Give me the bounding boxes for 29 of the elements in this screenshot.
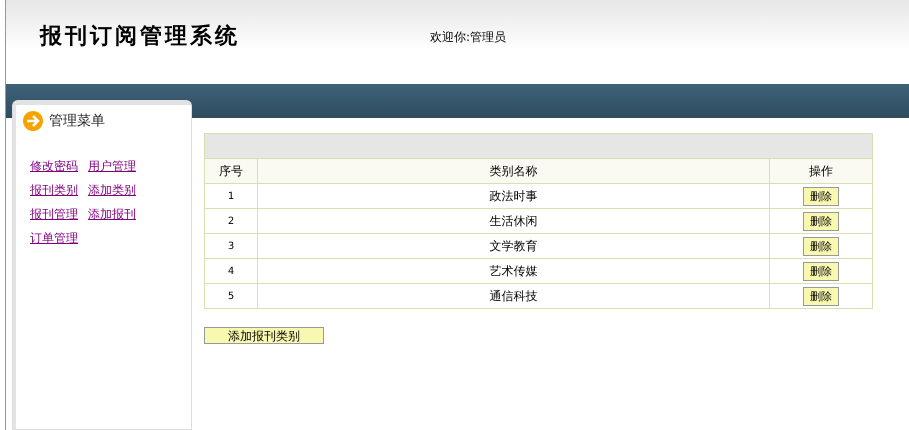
add-category-button[interactable]: 添加报刊类别 [204, 327, 324, 344]
menu-link[interactable]: 添加类别 [88, 181, 136, 199]
table-cell: 政法时事 [258, 184, 770, 208]
table-cell: 5 [204, 284, 258, 308]
delete-button[interactable]: 删除 [803, 262, 839, 280]
menu-link[interactable]: 添加报刊 [88, 205, 136, 223]
menu-link[interactable]: 报刊类别 [30, 181, 78, 199]
menu-link[interactable]: 报刊管理 [30, 205, 78, 223]
table-cell: 3 [204, 234, 258, 258]
table-cell: 艺术传媒 [258, 258, 770, 284]
table-cell: 4 [204, 258, 258, 284]
table-cell: 2 [204, 208, 258, 234]
menu-title: 管理菜单 [49, 112, 105, 130]
delete-button[interactable]: 删除 [803, 286, 839, 306]
delete-button[interactable]: 删除 [803, 212, 839, 230]
system-title: 报刊订阅管理系统 [40, 22, 241, 51]
table-cell: 文学教育 [258, 234, 770, 258]
column-header: 类别名称 [258, 158, 770, 184]
column-header: 操作 [770, 158, 872, 184]
table-cell: 1 [204, 184, 258, 208]
delete-button[interactable]: 删除 [803, 186, 839, 206]
menu-link[interactable]: 订单管理 [30, 229, 78, 247]
welcome-text: 欢迎你:管理员 [430, 28, 506, 46]
menu-link[interactable]: 修改密码 [30, 157, 78, 175]
table-cell: 生活休闲 [258, 208, 770, 234]
menu-link[interactable]: 用户管理 [88, 157, 136, 175]
delete-button[interactable]: 删除 [803, 236, 839, 256]
column-header: 序号 [204, 158, 258, 184]
table-cell: 通信科技 [258, 284, 770, 308]
